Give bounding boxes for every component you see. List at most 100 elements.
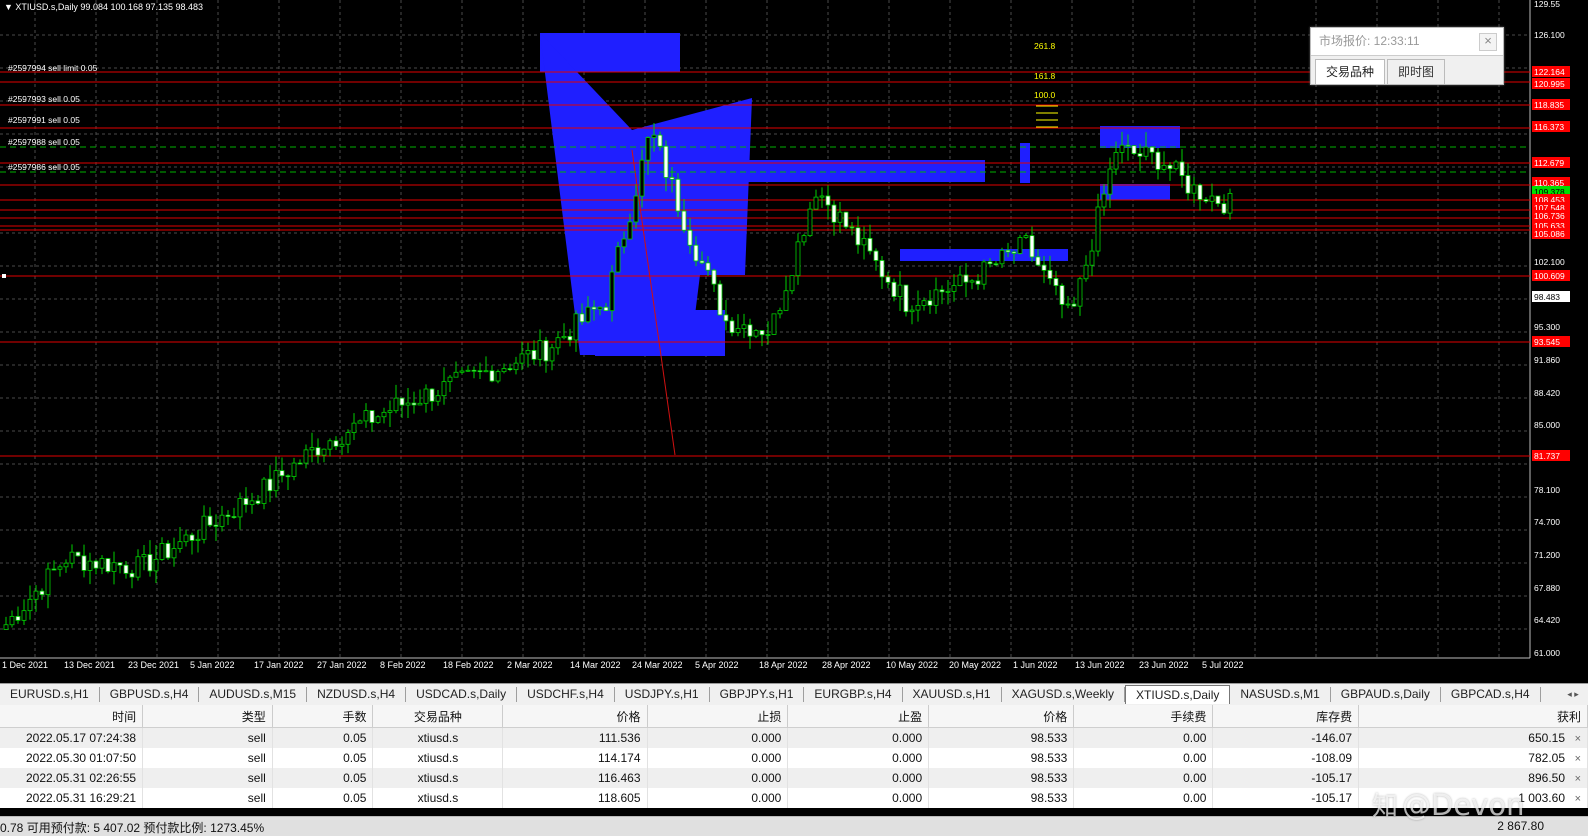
table-cell: sell (247, 731, 266, 745)
watermark-text: @Devon (1402, 788, 1525, 822)
symbol-tab[interactable]: NZDUSD.s,H4 (307, 687, 407, 702)
table-row[interactable]: 2022.05.30 01:07:50 sell 0.05 xtiusd.s 114.1… (0, 748, 1588, 768)
column-header[interactable]: 手续费 (1073, 705, 1214, 728)
candle-body (285, 475, 291, 478)
symbol-tab[interactable]: GBPAUD.s,Daily (1331, 687, 1441, 702)
column-header[interactable]: 价格 (502, 705, 648, 728)
close-position-icon[interactable]: × (1571, 793, 1581, 805)
candle-body (867, 237, 873, 252)
chart-canvas[interactable]: 129.55 126.100 122.164 120.995 118.835 116.37… (0, 0, 1588, 675)
candle-body (147, 554, 153, 572)
table-cell: 0.000 (892, 791, 923, 805)
candle-body (663, 145, 669, 178)
candle-body (921, 300, 927, 306)
close-position-icon[interactable]: × (1571, 773, 1581, 785)
symbol-tab[interactable]: GBPUSD.s,H4 (100, 687, 200, 702)
candle-body (453, 371, 459, 378)
symbol-tab[interactable]: AUDUSD.s,M15 (199, 687, 308, 702)
candle-body (969, 280, 975, 283)
market-watch-panel[interactable]: 市场报价: 12:33:11 × 交易品种 即时图 (1310, 27, 1504, 85)
candle-body (939, 289, 945, 293)
candle-body (609, 271, 615, 312)
column-header[interactable]: 价格 (928, 705, 1075, 728)
symbol-tab[interactable]: USDCAD.s,Daily (406, 687, 518, 702)
price-label: 102.100 (1534, 257, 1565, 267)
price-label: 112.679 (1534, 158, 1564, 168)
table-cell: xtiusd.s (417, 771, 459, 785)
close-icon[interactable]: × (1479, 33, 1497, 51)
close-position-icon[interactable]: × (1571, 753, 1581, 765)
market-watch-time: 市场报价: 12:33:11 (1319, 34, 1420, 48)
table-row[interactable]: 2022.05.31 02:26:55 sell 0.05 xtiusd.s 116.4… (0, 768, 1588, 788)
price-chart[interactable]: 129.55 126.100 122.164 120.995 118.835 116.37… (0, 0, 1588, 675)
column-header[interactable]: 时间 (0, 705, 144, 728)
table-row[interactable]: 2022.05.17 07:24:38 sell 0.05 xtiusd.s 111.5… (0, 727, 1588, 748)
column-header[interactable]: 获利 (1358, 705, 1588, 728)
close-position-icon[interactable]: × (1571, 733, 1581, 745)
date-label: 23 Jun 2022 (1139, 660, 1189, 670)
column-header[interactable]: 类型 (142, 705, 273, 728)
candle-body (465, 369, 471, 372)
symbol-tab[interactable]: NASUSD.s,M1 (1230, 687, 1331, 702)
candle-body (585, 306, 591, 323)
candle-body (243, 498, 249, 506)
candle-body (1155, 151, 1161, 170)
tab-scroll-arrows[interactable]: ◂ ▸ (1558, 684, 1588, 705)
candle-body (369, 410, 375, 423)
table-cell: -105.17 (1311, 791, 1353, 805)
symbol-tab[interactable]: EURGBP.s,H4 (804, 687, 903, 702)
watermark: 知 @Devon (1372, 786, 1524, 823)
price-label: 64.420 (1534, 615, 1560, 625)
price-label: 81.737 (1534, 451, 1560, 461)
candle-body (219, 514, 225, 527)
column-header[interactable]: 库存费 (1212, 705, 1360, 728)
candle-body (333, 440, 339, 447)
symbol-tab[interactable]: XTIUSD.s,Daily (1125, 685, 1231, 704)
symbol-tab[interactable]: XAUUSD.s,H1 (903, 687, 1002, 702)
candle-body (1041, 264, 1047, 271)
tab-symbols[interactable]: 交易品种 (1315, 59, 1386, 84)
table-cell: 116.463 (598, 771, 641, 785)
candle-body (1119, 144, 1125, 153)
table-cell: 0.000 (751, 771, 782, 785)
column-header[interactable]: 交易品种 (372, 705, 504, 728)
price-label: 122.164 (1534, 67, 1565, 77)
candle-body (471, 369, 477, 372)
symbol-tab[interactable]: XAGUSD.s,Weekly (1002, 687, 1126, 702)
fib-label: 100.0 (1034, 90, 1056, 100)
symbol-tab[interactable]: USDJPY.s,H1 (615, 687, 710, 702)
table-cell: 98.533 (1030, 791, 1068, 805)
symbol-tab[interactable]: USDCHF.s,H4 (517, 687, 615, 702)
column-header[interactable]: 止盈 (787, 705, 930, 728)
order-label: #2597993 sell 0.05 (8, 94, 80, 104)
table-cell: 114.174 (598, 751, 641, 765)
fib-label: 261.8 (1034, 41, 1056, 51)
candle-body (1053, 278, 1059, 286)
candle-body (927, 300, 933, 306)
table-cell: 896.50 (1528, 771, 1565, 785)
table-cell: 650.15 (1528, 731, 1565, 745)
candle-body (627, 221, 633, 240)
candle-body (873, 250, 879, 261)
candle-body (735, 328, 741, 334)
tab-tick-chart[interactable]: 即时图 (1387, 59, 1446, 84)
symbol-tab[interactable]: EURUSD.s,H1 (0, 687, 100, 702)
date-label: 18 Feb 2022 (443, 660, 494, 670)
table-row[interactable]: 2022.05.31 16:29:21 sell 0.05 xtiusd.s 118.6… (0, 788, 1588, 808)
candle-body (225, 514, 231, 517)
date-label: 18 Apr 2022 (759, 660, 808, 670)
candle-body (135, 556, 141, 578)
symbol-tab[interactable]: GBPCAD.s,H4 (1441, 687, 1541, 702)
candle-body (537, 340, 543, 360)
column-header[interactable]: 止损 (647, 705, 789, 728)
candle-body (1113, 152, 1119, 170)
date-label: 13 Jun 2022 (1075, 660, 1125, 670)
symbol-tab[interactable]: GBPJPY.s,H1 (710, 687, 805, 702)
candle-body (573, 313, 579, 341)
candle-body (441, 381, 447, 397)
chart-dropdown-icon[interactable]: ▼ (4, 2, 15, 12)
date-label: 10 May 2022 (886, 660, 938, 670)
candle-body (951, 285, 957, 292)
candle-body (549, 347, 555, 362)
column-header[interactable]: 手数 (272, 705, 374, 728)
